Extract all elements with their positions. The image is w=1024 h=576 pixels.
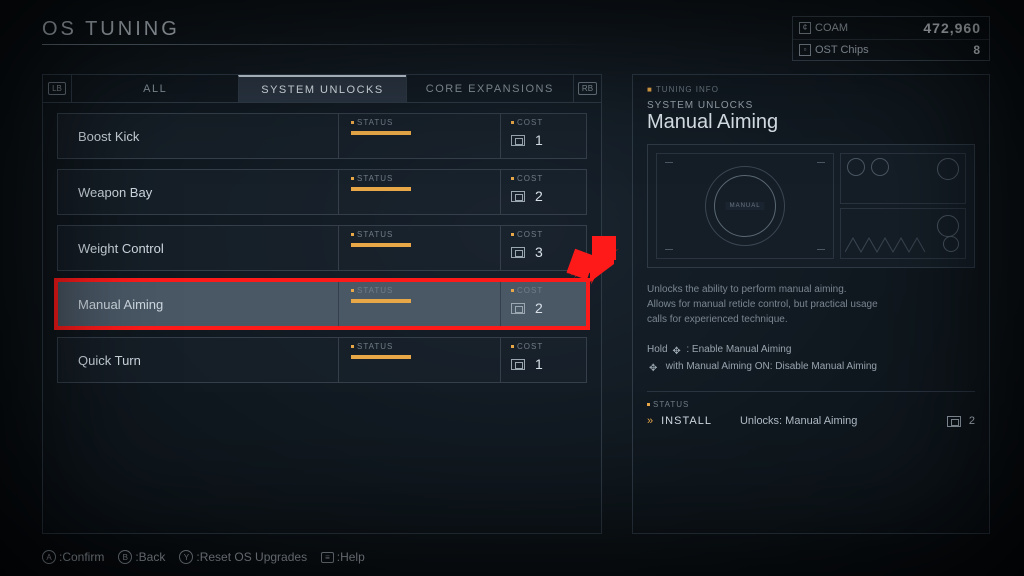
chips-row: ▫ OST Chips 8 [793, 40, 989, 60]
item-name: Weight Control [58, 241, 338, 256]
tab-core-expansions[interactable]: CORE EXPANSIONS [406, 75, 573, 102]
coam-icon: ¢ [799, 22, 811, 34]
item-name: Boost Kick [58, 129, 338, 144]
chip-icon [511, 359, 525, 370]
main-panel: LB ALL SYSTEM UNLOCKS CORE EXPANSIONS RB… [42, 74, 602, 534]
reticle-icon: MANUAL [714, 175, 776, 237]
status-bar [351, 243, 411, 247]
bumper-left[interactable]: LB [43, 75, 71, 102]
chip-icon [511, 135, 525, 146]
status-bar [351, 187, 411, 191]
chip-icon [511, 247, 525, 258]
cost-value: 1 [535, 356, 543, 372]
status-bar [351, 355, 411, 359]
cost-value: 2 [535, 188, 543, 204]
install-cost: 2 [969, 415, 975, 427]
button-y-icon: Y [179, 550, 193, 564]
stick-click-icon: ✥ [649, 360, 661, 372]
status-bar [351, 299, 411, 303]
info-description: Unlocks the ability to perform manual ai… [647, 282, 975, 327]
status-bar [351, 131, 411, 135]
coam-value: 472,960 [923, 20, 981, 36]
bumper-right[interactable]: RB [573, 75, 601, 102]
info-status-label: STATUS [653, 400, 689, 409]
info-header: TUNING INFO [656, 85, 719, 94]
unlocks-text: Unlocks: Manual Aiming [740, 415, 857, 427]
status-label: STATUS [357, 118, 393, 127]
chip-icon [511, 191, 525, 202]
tab-all[interactable]: ALL [71, 75, 238, 102]
item-name: Manual Aiming [58, 297, 338, 312]
stick-click-icon: ✥ [672, 343, 684, 355]
cost-label: COST [517, 118, 543, 127]
reticle-label: MANUAL [726, 202, 765, 210]
button-b-icon: B [118, 550, 132, 564]
chip-icon [511, 303, 525, 314]
cost-value: 2 [535, 300, 543, 316]
chips-value: 8 [973, 43, 981, 57]
coam-label: COAM [815, 22, 848, 34]
button-a-icon: A [42, 550, 56, 564]
list-item[interactable]: Weight Control STATUS COST 3 [57, 225, 587, 271]
chip-icon [947, 416, 961, 427]
annotation-arrow-icon [564, 228, 622, 286]
confirm-hint: :Confirm [59, 550, 104, 564]
chevrons-icon: » [647, 415, 651, 427]
tabs: LB ALL SYSTEM UNLOCKS CORE EXPANSIONS RB [43, 75, 601, 103]
list-item[interactable]: Weapon Bay STATUS COST 2 [57, 169, 587, 215]
page-title: OS TUNING [42, 18, 180, 41]
item-name: Quick Turn [58, 353, 338, 368]
coam-row: ¢ COAM 472,960 [793, 17, 989, 40]
currency-panel: ¢ COAM 472,960 ▫ OST Chips 8 [792, 16, 990, 61]
install-label: INSTALL [661, 415, 712, 427]
tab-system-unlocks[interactable]: SYSTEM UNLOCKS [238, 75, 405, 102]
back-hint: :Back [135, 550, 165, 564]
list-item[interactable]: Boost Kick STATUS COST 1 [57, 113, 587, 159]
footer-hints: A:Confirm B:Back Y:Reset OS Upgrades ≡:H… [42, 550, 365, 564]
unlock-list: Boost Kick STATUS COST 1 Weapon Bay STAT… [43, 103, 601, 383]
info-title: Manual Aiming [647, 111, 975, 134]
reset-hint: :Reset OS Upgrades [196, 550, 307, 564]
button-menu-icon: ≡ [321, 552, 334, 563]
list-item[interactable]: Quick Turn STATUS COST 1 [57, 337, 587, 383]
cost-value: 3 [535, 244, 543, 260]
help-hint: :Help [337, 550, 365, 564]
item-name: Weapon Bay [58, 185, 338, 200]
info-category: SYSTEM UNLOCKS [647, 100, 975, 111]
info-panel: ■ TUNING INFO SYSTEM UNLOCKS Manual Aimi… [632, 74, 990, 534]
control-hints: Hold ✥: Enable Manual Aiming ✥ with Manu… [647, 341, 975, 375]
chip-icon: ▫ [799, 44, 811, 56]
list-item-selected[interactable]: Manual Aiming STATUS COST 2 [57, 281, 587, 327]
info-diagram: MANUAL [647, 144, 975, 268]
chips-label: OST Chips [815, 44, 869, 56]
title-divider [42, 44, 602, 45]
cost-value: 1 [535, 132, 543, 148]
